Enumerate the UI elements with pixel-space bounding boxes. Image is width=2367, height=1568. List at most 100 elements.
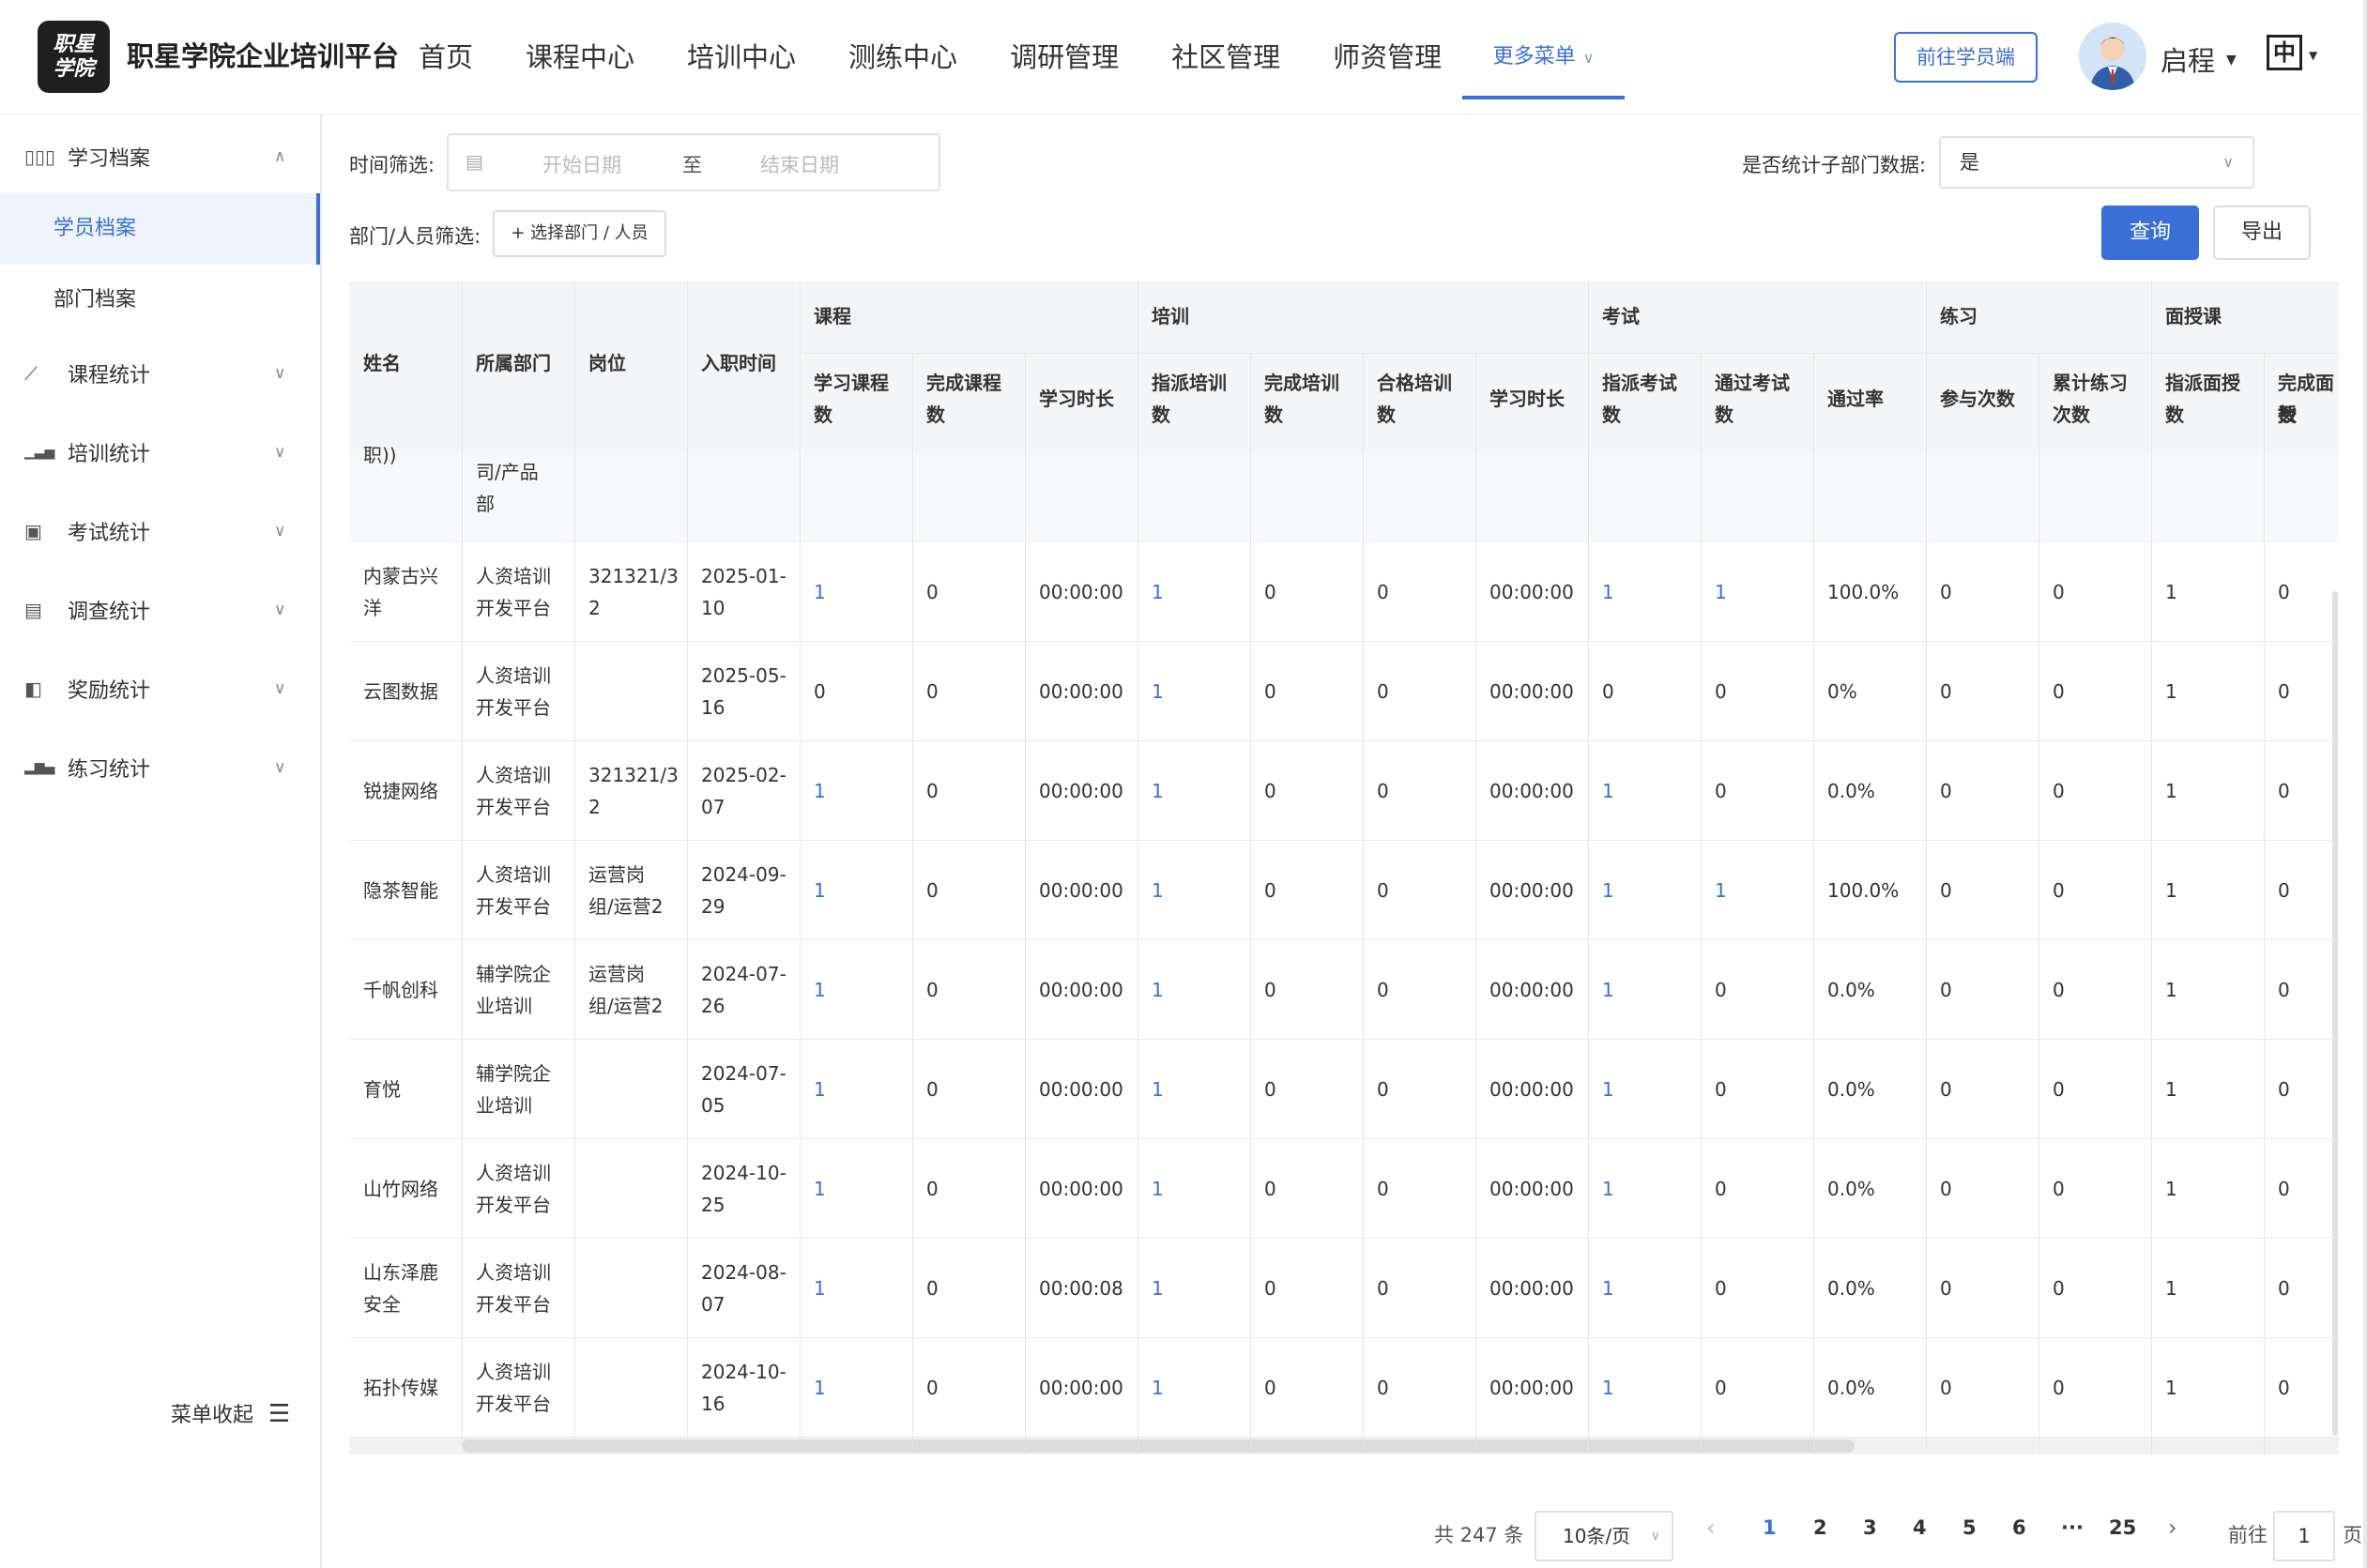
- cell-value[interactable]: 1: [1602, 974, 1614, 1006]
- cell-value: 00:00:00: [1489, 780, 1574, 802]
- row-divider: [349, 641, 2339, 642]
- cell-value: 0: [926, 1178, 939, 1200]
- cell-post: 组/运营2: [588, 895, 664, 918]
- cell-value[interactable]: 1: [1152, 576, 1164, 608]
- horizontal-scroll-thumb[interactable]: [462, 1439, 1855, 1453]
- row-divider: [349, 840, 2339, 841]
- end-date-input[interactable]: 结束日期: [760, 150, 839, 178]
- page-ellipsis[interactable]: ···: [2061, 1516, 2084, 1539]
- goto-page-input[interactable]: 1: [2273, 1511, 2335, 1561]
- date-range-picker[interactable]: ▤ 开始日期 至 结束日期: [447, 133, 940, 191]
- cell-value[interactable]: 1: [814, 1372, 826, 1404]
- reward-icon: ◧: [24, 677, 42, 700]
- cell-value[interactable]: 1: [814, 875, 826, 906]
- sidebar-group-label: 培训统计: [68, 443, 151, 466]
- page-6[interactable]: 6: [2012, 1516, 2026, 1539]
- cell-value[interactable]: 1: [1715, 576, 1727, 608]
- table-subheader-cell: 累计练习: [2053, 372, 2128, 394]
- cell-value[interactable]: 1: [814, 1073, 826, 1105]
- user-name[interactable]: 启程: [2161, 39, 2215, 79]
- cell-value[interactable]: 1: [1152, 1372, 1164, 1404]
- page-size-select[interactable]: 10条/页 ∨: [1535, 1511, 1673, 1561]
- cell-value[interactable]: 1: [814, 775, 826, 807]
- sidebar-group-training-stats[interactable]: ▁▃▅ 培训统计 ∨: [0, 415, 320, 490]
- collapse-menu-button[interactable]: 菜单收起: [171, 1398, 253, 1428]
- export-button[interactable]: 导出: [2213, 206, 2311, 260]
- menu-fold-icon[interactable]: ☰: [268, 1400, 290, 1428]
- avatar[interactable]: [2079, 23, 2146, 90]
- cell-value[interactable]: 1: [1602, 1073, 1614, 1105]
- cell-value[interactable]: 1: [1152, 775, 1164, 807]
- cell-value[interactable]: 1: [1152, 676, 1164, 708]
- cell-value[interactable]: 1: [1152, 875, 1164, 906]
- query-button[interactable]: 查询: [2101, 206, 2199, 260]
- page-suffix: 页: [2343, 1524, 2362, 1546]
- sidebar-group-survey-stats[interactable]: ▤ 调查统计 ∨: [0, 572, 320, 647]
- table-header: [349, 282, 2339, 450]
- column-divider: [1813, 353, 1814, 1454]
- page-1[interactable]: 1: [1763, 1516, 1777, 1539]
- nav-item-tests[interactable]: 测练中心: [848, 0, 957, 114]
- column-divider: [2151, 353, 2152, 1454]
- cell-value[interactable]: 1: [814, 1272, 826, 1304]
- sidebar-group-practice-stats[interactable]: ▂▆▄ 练习统计 ∨: [0, 730, 320, 805]
- language-switch[interactable]: 中: [2267, 35, 2302, 70]
- start-date-input[interactable]: 开始日期: [542, 150, 621, 178]
- brand-logo[interactable]: 职星 学院: [38, 21, 110, 93]
- nav-item-courses[interactable]: 课程中心: [526, 0, 634, 114]
- nav-item-home[interactable]: 首页: [419, 0, 473, 114]
- page-scrollbar[interactable]: [2363, 0, 2367, 1568]
- cell-value[interactable]: 1: [1152, 1272, 1164, 1304]
- column-divider: [1588, 353, 1589, 1454]
- cell-value: 00:00:00: [1039, 1178, 1123, 1200]
- vertical-scroll-thumb[interactable]: [2332, 591, 2338, 1436]
- cell-hire-date: 29: [701, 895, 725, 918]
- cell-value[interactable]: 1: [814, 1173, 826, 1205]
- page-4[interactable]: 4: [1913, 1516, 1927, 1539]
- caret-down-icon[interactable]: ▼: [2309, 49, 2317, 62]
- nav-item-community[interactable]: 社区管理: [1171, 0, 1280, 114]
- nav-item-survey[interactable]: 调研管理: [1010, 0, 1119, 114]
- prev-page-icon[interactable]: ‹: [1706, 1515, 1716, 1541]
- subdept-select[interactable]: 是 ∨: [1939, 136, 2254, 189]
- cell-value: 0: [1940, 680, 1952, 703]
- caret-down-icon[interactable]: ▼: [2226, 53, 2237, 68]
- cell-value[interactable]: 1: [1715, 875, 1727, 906]
- go-student-button[interactable]: 前往学员端: [1894, 32, 2038, 83]
- cell-value[interactable]: 1: [1602, 1372, 1614, 1404]
- sidebar-item-student-archive[interactable]: 学员档案: [0, 193, 320, 265]
- cell-value[interactable]: 1: [814, 576, 826, 608]
- cell-value: 1: [2165, 1178, 2177, 1200]
- select-dept-person-button[interactable]: + 选择部门 / 人员: [493, 210, 666, 257]
- cell-value[interactable]: 1: [1602, 1173, 1614, 1205]
- page-5[interactable]: 5: [1962, 1516, 1977, 1539]
- table-subheader-cell: 数: [926, 403, 945, 426]
- cell-value[interactable]: 1: [1152, 974, 1164, 1006]
- cell-value[interactable]: 1: [1152, 1173, 1164, 1205]
- nav-item-teachers[interactable]: 师资管理: [1333, 0, 1442, 114]
- column-divider: [1475, 353, 1476, 1454]
- subdept-label: 是否统计子部门数据:: [1742, 154, 1927, 176]
- cell-value[interactable]: 1: [1602, 576, 1614, 608]
- table-subheader-cell: 参与次数: [1940, 388, 2015, 410]
- cell-value: 0: [2053, 1277, 2065, 1300]
- sidebar-group-course-stats[interactable]: ⟋ 课程统计 ∨: [0, 336, 320, 411]
- sidebar-group-archive[interactable]: ▯▯▯ 学习档案 ∧: [0, 119, 320, 194]
- page-2[interactable]: 2: [1813, 1516, 1827, 1539]
- page-3[interactable]: 3: [1863, 1516, 1877, 1539]
- sidebar-group-exam-stats[interactable]: ▣ 考试统计 ∨: [0, 494, 320, 569]
- cell-value[interactable]: 1: [1602, 775, 1614, 807]
- sidebar-item-dept-archive[interactable]: 部门档案: [0, 265, 320, 336]
- cell-hire-date: 26: [701, 995, 725, 1017]
- nav-item-training[interactable]: 培训中心: [687, 0, 796, 114]
- sidebar-group-reward-stats[interactable]: ◧ 奖励统计 ∨: [0, 651, 320, 726]
- cell-value[interactable]: 1: [1602, 875, 1614, 906]
- nav-more-menu[interactable]: 更多菜单 ∨: [1462, 0, 1625, 99]
- cell-value[interactable]: 1: [814, 974, 826, 1006]
- page-25[interactable]: 25: [2109, 1516, 2136, 1539]
- cell-value[interactable]: 1: [1152, 1073, 1164, 1105]
- cell-value: 0: [1715, 1377, 1727, 1399]
- cell-hire-date: 05: [701, 1094, 725, 1117]
- next-page-icon[interactable]: ›: [2168, 1515, 2177, 1541]
- cell-value[interactable]: 1: [1602, 1272, 1614, 1304]
